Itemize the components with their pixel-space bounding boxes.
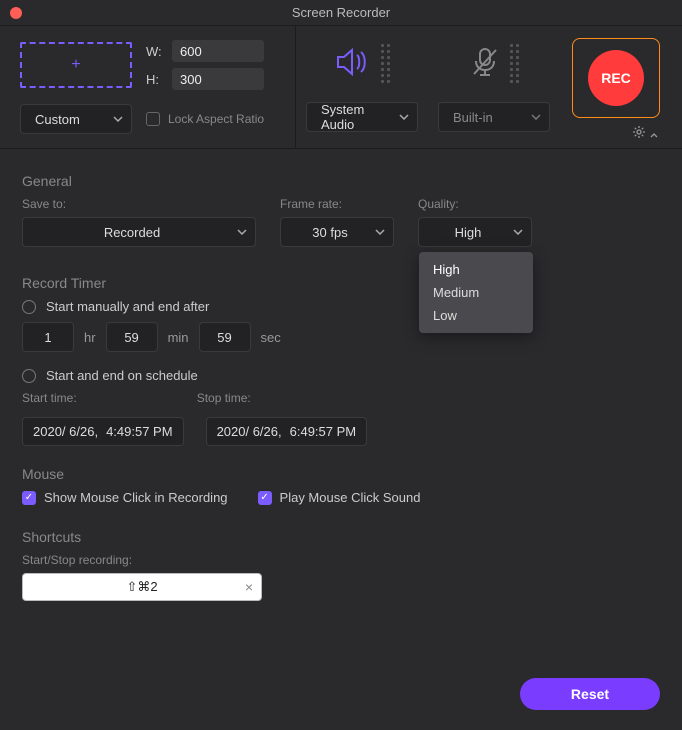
shortcut-label: Start/Stop recording: [22,553,660,567]
gear-icon [632,125,646,142]
shortcut-input[interactable]: ⇧⌘2 × [22,573,262,601]
quality-value: High [455,225,482,240]
settings-toggle[interactable] [632,125,658,142]
capture-area-panel: + W: H: Custom Lock Aspect Ratio [0,26,296,148]
record-button[interactable]: REC [588,50,644,106]
play-click-sound-checkbox[interactable] [258,491,272,505]
timer-manual-label: Start manually and end after [46,299,209,314]
frame-rate-select[interactable]: 30 fps [280,217,394,247]
quality-select[interactable]: High High Medium Low [418,217,532,247]
record-timer-heading: Record Timer [22,275,660,291]
chevron-up-icon [650,126,658,141]
quality-option-high[interactable]: High [419,258,533,281]
audio-panel: System Audio Built-in [296,26,682,148]
save-to-value: Recorded [104,225,160,240]
start-time-input[interactable]: 2020/ 6/26, 4:49:57 PM [22,417,184,446]
top-panel: + W: H: Custom Lock Aspect Ratio [0,26,682,149]
area-preset-value: Custom [35,112,80,127]
clear-shortcut-button[interactable]: × [245,579,253,595]
capture-area-selector[interactable]: + [20,42,132,88]
reset-button[interactable]: Reset [520,678,660,710]
mic-select[interactable]: Built-in [438,102,550,132]
save-to-label: Save to: [22,197,256,211]
record-button-label: REC [601,70,631,86]
frame-rate-value: 30 fps [312,225,347,240]
chevron-down-icon [375,229,385,235]
minutes-unit: min [168,330,189,345]
shortcut-value: ⇧⌘2 [126,579,157,595]
show-mouse-click-checkbox[interactable] [22,491,36,505]
show-mouse-click-label: Show Mouse Click in Recording [44,490,228,505]
close-window-button[interactable] [10,7,22,19]
chevron-down-icon [237,229,247,235]
quality-dropdown-menu: High Medium Low [419,252,533,333]
chevron-down-icon [513,229,523,235]
chevron-down-icon [531,114,541,120]
system-audio-level [381,44,390,83]
timer-seconds-input[interactable] [199,322,251,352]
lock-aspect-label: Lock Aspect Ratio [168,112,264,126]
quality-label: Quality: [418,197,532,211]
chevron-down-icon [399,114,409,120]
stop-time: 6:49:57 PM [290,424,357,439]
width-label: W: [146,44,166,59]
save-to-select[interactable]: Recorded [22,217,256,247]
lock-aspect-checkbox[interactable] [146,112,160,126]
seconds-unit: sec [261,330,281,345]
quality-option-low[interactable]: Low [419,304,533,327]
start-date: 2020/ 6/26, [33,424,98,439]
chevron-down-icon [113,116,123,122]
quality-option-medium[interactable]: Medium [419,281,533,304]
speaker-icon [335,47,371,80]
height-input[interactable] [172,68,264,90]
frame-rate-label: Frame rate: [280,197,394,211]
timer-manual-radio[interactable] [22,300,36,314]
stop-date: 2020/ 6/26, [217,424,282,439]
general-heading: General [22,173,660,189]
hours-unit: hr [84,330,96,345]
start-time-label: Start time: [22,391,77,405]
microphone-muted-icon [470,46,500,81]
timer-hours-input[interactable] [22,322,74,352]
mic-value: Built-in [453,110,493,125]
width-input[interactable] [172,40,264,62]
system-audio-select[interactable]: System Audio [306,102,418,132]
stop-time-label: Stop time: [197,391,251,405]
start-time: 4:49:57 PM [106,424,173,439]
window-title: Screen Recorder [292,5,390,20]
mic-audio-level [510,44,519,83]
system-audio-value: System Audio [321,102,389,132]
plus-icon: + [71,57,80,73]
timer-schedule-radio[interactable] [22,369,36,383]
window-controls [10,7,22,19]
titlebar: Screen Recorder [0,0,682,26]
reset-button-label: Reset [571,686,609,702]
area-preset-select[interactable]: Custom [20,104,132,134]
shortcuts-heading: Shortcuts [22,529,660,545]
timer-schedule-label: Start and end on schedule [46,368,198,383]
settings-body: General Save to: Recorded Frame rate: 30… [0,149,682,615]
timer-minutes-input[interactable] [106,322,158,352]
play-click-sound-label: Play Mouse Click Sound [280,490,421,505]
height-label: H: [146,72,166,87]
record-button-frame: REC [572,38,660,118]
mouse-heading: Mouse [22,466,660,482]
stop-time-input[interactable]: 2020/ 6/26, 6:49:57 PM [206,417,368,446]
